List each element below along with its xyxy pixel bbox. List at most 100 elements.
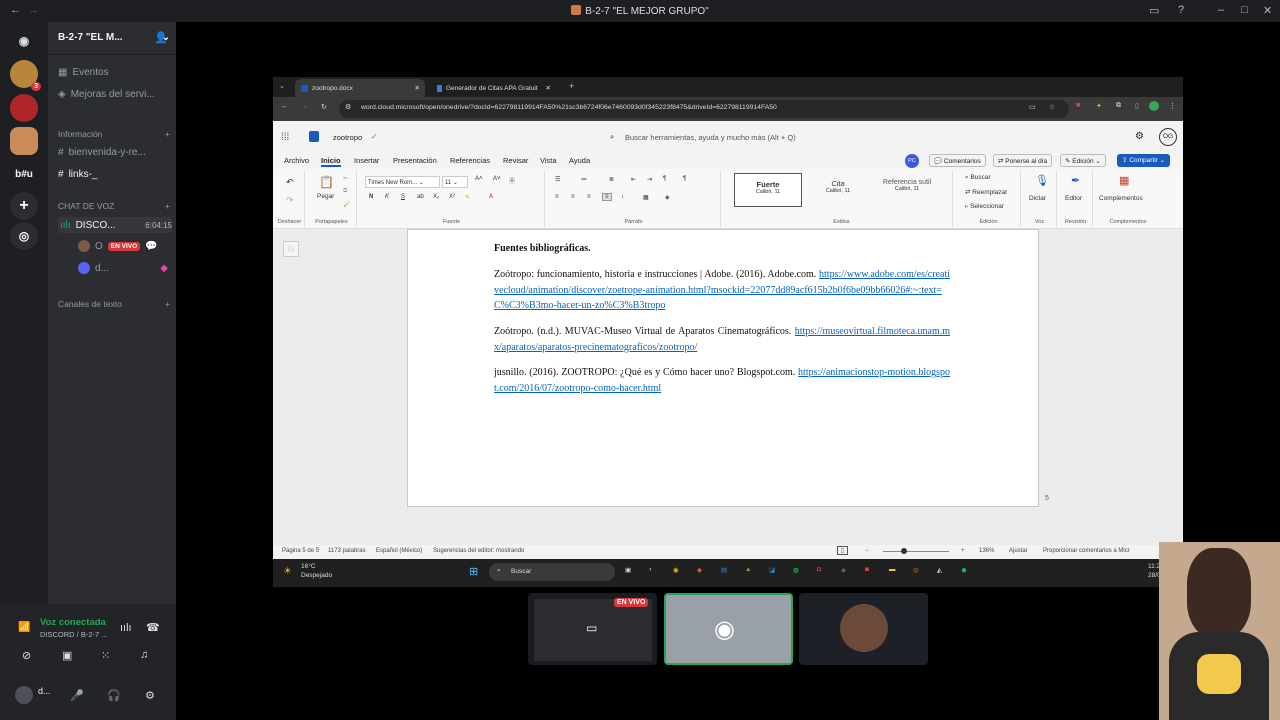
app-launcher-icon[interactable]: ⁞⁞⁞ — [281, 132, 289, 143]
extensions-puzzle-icon[interactable]: ⧉ — [1116, 102, 1121, 110]
screen-share-icon[interactable]: ▣ — [62, 649, 72, 662]
zoom-slider[interactable] — [883, 548, 949, 554]
back-icon[interactable]: ← — [281, 103, 288, 110]
category-text[interactable]: Canales de texto + — [58, 299, 170, 309]
search-box[interactable]: ⌕ Buscar herramientas, ayuda y mucho más… — [598, 128, 868, 145]
discord-home-icon[interactable]: ◉ — [10, 27, 38, 55]
chrome-icon[interactable]: ◉ — [673, 566, 679, 574]
line-spacing-icon[interactable]: ↕ — [621, 194, 624, 200]
document-name[interactable]: zootropo — [333, 133, 362, 142]
category-voice[interactable]: CHAT DE VOZ + — [58, 201, 170, 211]
stream-tile-discord[interactable]: ◉ — [664, 593, 793, 665]
shrink-font-icon[interactable]: A˅ — [493, 176, 501, 182]
disconnect-icon[interactable]: ☎ — [146, 621, 160, 634]
start-icon[interactable]: ⊞ — [469, 565, 478, 578]
plus-icon[interactable]: + — [165, 299, 170, 309]
zoom-level[interactable]: 136% — [979, 548, 994, 554]
bullets-icon[interactable]: ☰ — [555, 176, 560, 183]
stream-tile-avatar[interactable] — [799, 593, 928, 665]
star-icon[interactable]: ☆ — [1049, 103, 1055, 111]
bold-button[interactable]: N — [369, 194, 373, 200]
highlight-icon[interactable]: ✎ — [465, 194, 470, 201]
style-strong[interactable]: Fuerte Calibri, 11 — [734, 173, 802, 207]
menu-revisar[interactable]: Revisar — [503, 156, 528, 165]
whatsapp-icon[interactable]: ◍ — [793, 566, 799, 574]
weather-desc[interactable]: Despejado — [301, 572, 332, 579]
underline-button[interactable]: S — [401, 194, 405, 200]
feedback-link[interactable]: Proporcionar comentarios a Micr — [1043, 548, 1130, 554]
user-name[interactable]: d... — [38, 686, 51, 696]
help-icon[interactable]: ? — [1178, 4, 1184, 16]
status-words[interactable]: 1173 palabras — [328, 548, 366, 554]
dictate-icon[interactable]: 🎙 — [1035, 174, 1049, 187]
copy-icon[interactable]: ⧉ — [343, 188, 347, 195]
sidebar-item-events[interactable]: ▦ Eventos — [58, 67, 172, 78]
tab-apa[interactable]: Generador de Citas APA Gratuit ✕ — [431, 79, 556, 97]
inbox-icon[interactable]: ▭ — [1149, 4, 1159, 17]
status-language[interactable]: Español (México) — [376, 548, 422, 554]
navigation-pane-icon[interactable]: ▤ — [283, 241, 299, 257]
minimize-icon[interactable]: – — [1218, 4, 1224, 16]
soundboard-icon[interactable]: ♫ — [140, 649, 148, 661]
tab-menu-icon[interactable]: ⌄ — [279, 82, 285, 90]
editor-label[interactable]: Editor — [1065, 195, 1082, 202]
presence-avatar[interactable]: PC — [905, 154, 919, 168]
sidebar-item-boosts[interactable]: ◈ Mejoras del servi... — [58, 89, 172, 100]
decrease-indent-icon[interactable]: ⇤ — [631, 176, 636, 183]
server-icon-1[interactable]: 3 — [10, 60, 41, 91]
format-painter-icon[interactable]: 🖌 — [343, 201, 351, 208]
discover-icon[interactable]: ◎ — [10, 222, 38, 250]
microphone-icon[interactable]: 🎤 — [70, 689, 84, 702]
sidepanel-icon[interactable]: ▯ — [1135, 102, 1139, 110]
app-icon[interactable]: ▲ — [745, 566, 751, 573]
profile-icon[interactable] — [1149, 101, 1159, 111]
add-member-icon[interactable]: 👤 — [154, 31, 168, 44]
task-view-icon[interactable]: ▣ — [625, 566, 631, 574]
find-button[interactable]: ⌕ Buscar — [965, 174, 991, 182]
addins-label[interactable]: Complementos — [1099, 195, 1143, 202]
paste-label[interactable]: Pegar — [317, 193, 334, 200]
close-tab-icon[interactable]: ✕ — [415, 84, 420, 92]
settings-gear-icon[interactable]: ⚙ — [145, 689, 155, 702]
shading-icon[interactable]: ◈ — [665, 194, 670, 201]
extension-icon[interactable]: ■ — [1076, 102, 1080, 109]
zoom-slider-thumb[interactable] — [901, 548, 907, 554]
menu-presentacion[interactable]: Presentación — [393, 156, 437, 165]
ltr-icon[interactable]: ¶ — [663, 176, 666, 182]
fit-button[interactable]: Ajustar — [1009, 548, 1028, 554]
voice-user-2[interactable]: d... ◆ — [78, 262, 168, 274]
replace-button[interactable]: ⇄ Reemplazar — [965, 188, 1007, 196]
superscript-icon[interactable]: X² — [449, 194, 455, 200]
extension-icon-2[interactable]: ✦ — [1096, 102, 1102, 110]
tab-zootropo[interactable]: zootropo.docx ✕ — [295, 79, 425, 97]
forward-icon[interactable]: → — [301, 103, 308, 110]
clear-format-icon[interactable]: Ⓐ — [509, 176, 515, 185]
catchup-button[interactable]: ⇄ Ponerse al día — [993, 154, 1053, 167]
activities-icon[interactable]: ⁙ — [101, 649, 110, 662]
channel-bienvenida[interactable]: # bienvenida-y-re... — [58, 147, 172, 158]
editing-mode-button[interactable]: ✎ Edición ⌄ — [1060, 154, 1106, 167]
addins-icon[interactable]: ▦ — [1119, 174, 1129, 187]
url-field[interactable]: ⚙ word.cloud.microsoft/open/onedrive/?do… — [339, 100, 1069, 118]
channel-links[interactable]: # links-_ — [58, 169, 172, 180]
grow-font-icon[interactable]: A˄ — [475, 176, 483, 182]
spotify-icon[interactable]: ● — [961, 565, 967, 576]
add-server-icon[interactable]: + — [10, 192, 38, 220]
blender-icon[interactable]: ◎ — [913, 566, 919, 574]
video-off-icon[interactable]: ⊘ — [22, 649, 31, 662]
redo-icon[interactable]: ↷ — [286, 195, 294, 206]
store-icon[interactable]: ▤ — [721, 566, 727, 574]
align-center-icon[interactable]: ≡ — [571, 194, 575, 200]
font-color-icon[interactable]: A — [489, 194, 493, 200]
weather-temp[interactable]: 16°C — [301, 563, 316, 570]
editor-icon[interactable]: ✒ — [1071, 174, 1080, 187]
view-mode-icon[interactable]: ▯ — [837, 546, 849, 555]
voice-user-1[interactable]: O EN VIVO 💬 — [78, 240, 168, 252]
subscript-icon[interactable]: X₂ — [433, 194, 439, 200]
multilevel-icon[interactable]: ≣ — [609, 176, 614, 183]
stream-tile-screen[interactable]: ▭ EN VIVO — [528, 593, 657, 665]
italic-button[interactable]: K — [385, 194, 389, 200]
status-editor[interactable]: Sugerencias del editor: mostrando — [433, 548, 524, 554]
comments-button[interactable]: 💬 Comentarios — [929, 154, 986, 167]
kebab-menu-icon[interactable]: ⋮ — [1169, 102, 1176, 110]
